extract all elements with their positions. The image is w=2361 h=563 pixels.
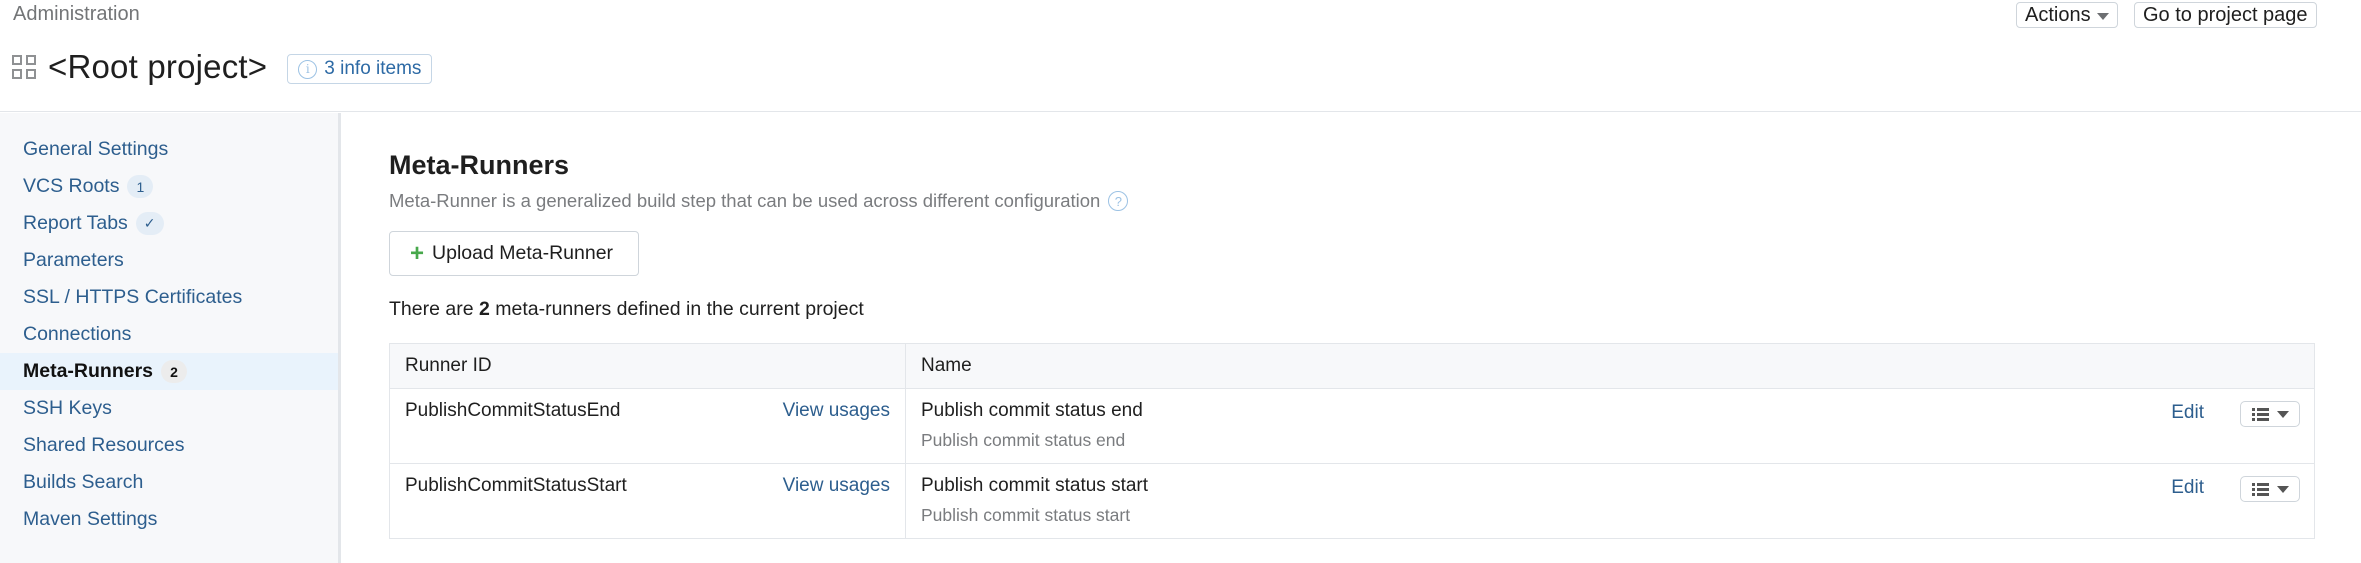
chevron-down-icon xyxy=(2276,410,2289,418)
row-menu-button[interactable] xyxy=(2240,401,2300,427)
sidebar-item-badge: ✓ xyxy=(135,212,164,235)
meta-runner-count-text: There are 2 meta-runners defined in the … xyxy=(389,298,864,321)
runner-description: Publish commit status end xyxy=(921,430,1126,450)
info-items-label: 3 info items xyxy=(324,58,422,79)
view-usages-link[interactable]: View usages xyxy=(783,475,890,497)
chevron-down-icon xyxy=(2276,485,2289,493)
upload-label: Upload Meta-Runner xyxy=(432,242,614,264)
meta-runners-table: Runner ID Name PublishCommitStatusEnd Vi… xyxy=(389,343,2315,539)
section-description: Meta-Runner is a generalized build step … xyxy=(389,190,1129,212)
info-items-badge[interactable]: i 3 info items xyxy=(287,54,433,84)
runner-id: PublishCommitStatusEnd xyxy=(405,400,621,421)
sidebar-item-vcs-roots[interactable]: VCS Roots 1 xyxy=(0,168,338,205)
list-icon xyxy=(2251,408,2269,421)
runner-name-cell: Publish commit status start Publish comm… xyxy=(905,463,2315,539)
title-row: <Root project> i 3 info items xyxy=(12,48,433,86)
runner-id-cell: PublishCommitStatusStart View usages xyxy=(389,463,906,539)
runner-id-cell: PublishCommitStatusEnd View usages xyxy=(389,388,906,464)
runner-name: Publish commit status start xyxy=(921,475,1149,496)
runner-description: Publish commit status start xyxy=(921,505,1131,525)
chevron-down-icon xyxy=(2096,12,2109,20)
sidebar-item-label: Meta-Runners xyxy=(23,360,154,382)
actions-label: Actions xyxy=(2025,3,2091,26)
page-title: <Root project> xyxy=(48,48,268,85)
view-usages-link[interactable]: View usages xyxy=(783,400,890,422)
sidebar-item-shared-resources[interactable]: Shared Resources xyxy=(0,427,338,464)
sidebar-item-label: VCS Roots xyxy=(23,175,120,197)
actions-button[interactable]: Actions xyxy=(2016,2,2118,28)
table-row: PublishCommitStatusStart View usages Pub… xyxy=(389,463,2315,539)
column-header-name: Name xyxy=(905,343,2315,389)
sidebar-item-label: SSL / HTTPS Certificates xyxy=(23,286,243,308)
list-icon xyxy=(2251,483,2269,496)
count-suffix: meta-runners defined in the current proj… xyxy=(489,298,864,320)
sidebar-item-label: Parameters xyxy=(23,249,124,271)
table-header-row: Runner ID Name xyxy=(389,343,2315,389)
sidebar-item-ssl-https-certificates[interactable]: SSL / HTTPS Certificates xyxy=(0,279,338,316)
sidebar-item-badge: 2 xyxy=(161,360,188,383)
sidebar-item-badge: 1 xyxy=(127,175,154,198)
sidebar-item-ssh-keys[interactable]: SSH Keys xyxy=(0,390,338,427)
edit-link[interactable]: Edit xyxy=(2171,402,2204,424)
sidebar-item-label: Shared Resources xyxy=(23,434,185,456)
description-text: Meta-Runner is a generalized build step … xyxy=(389,190,1101,211)
sidebar-item-label: SSH Keys xyxy=(23,397,112,419)
sidebar-item-label: Report Tabs xyxy=(23,212,128,234)
sidebar: General Settings VCS Roots 1 Report Tabs ✓ Pa… xyxy=(0,113,341,563)
table-row: PublishCommitStatusEnd View usages Publi… xyxy=(389,388,2315,464)
runner-id: PublishCommitStatusStart xyxy=(405,475,627,496)
upload-meta-runner-button[interactable]: + Upload Meta-Runner xyxy=(389,231,639,276)
sidebar-item-meta-runners[interactable]: Meta-Runners 2 xyxy=(0,353,338,390)
count-value: 2 xyxy=(478,298,490,320)
plus-icon: + xyxy=(410,239,425,267)
help-icon[interactable]: ? xyxy=(1108,191,1129,211)
breadcrumb-administration[interactable]: Administration xyxy=(13,3,140,26)
runner-name-cell: Publish commit status end Publish commit… xyxy=(905,388,2315,464)
row-menu-button[interactable] xyxy=(2240,476,2300,502)
sidebar-item-builds-search[interactable]: Builds Search xyxy=(0,464,338,501)
sidebar-item-parameters[interactable]: Parameters xyxy=(0,242,338,279)
edit-link[interactable]: Edit xyxy=(2171,477,2204,499)
section-title: Meta-Runners xyxy=(389,150,570,180)
page-header: Administration <Root project> i 3 info i… xyxy=(0,0,2361,112)
go-to-project-page-button[interactable]: Go to project page xyxy=(2134,2,2317,28)
sidebar-item-label: Connections xyxy=(23,323,132,345)
sidebar-item-label: Maven Settings xyxy=(23,508,158,530)
sidebar-item-label: Builds Search xyxy=(23,471,144,493)
project-grid-icon xyxy=(12,55,36,79)
info-icon: i xyxy=(298,59,318,79)
sidebar-item-connections[interactable]: Connections xyxy=(0,316,338,353)
sidebar-item-report-tabs[interactable]: Report Tabs ✓ xyxy=(0,205,338,242)
column-header-runner-id: Runner ID xyxy=(389,343,906,389)
count-prefix: There are xyxy=(389,298,479,320)
sidebar-item-maven-settings[interactable]: Maven Settings xyxy=(0,501,338,538)
sidebar-item-label: General Settings xyxy=(23,138,169,160)
sidebar-item-general-settings[interactable]: General Settings xyxy=(0,131,338,168)
runner-name: Publish commit status end xyxy=(921,400,1143,421)
